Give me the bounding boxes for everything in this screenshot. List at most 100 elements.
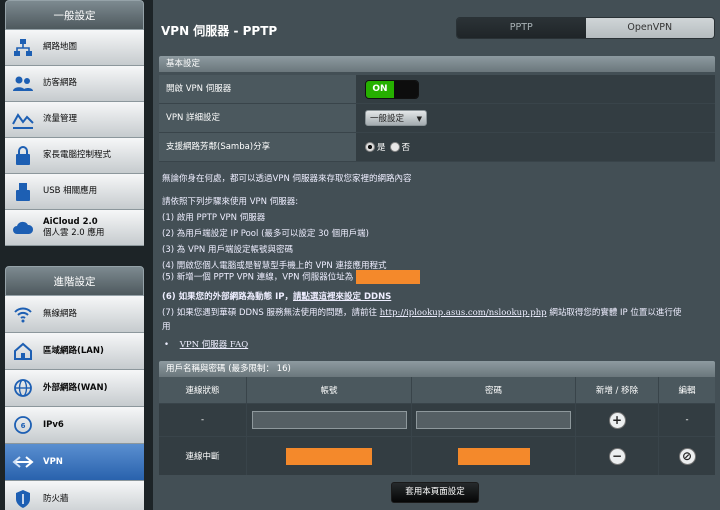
password-input[interactable] bbox=[416, 411, 571, 429]
enable-vpn-toggle[interactable]: ON bbox=[365, 79, 419, 99]
step-1: (1) 啟用 PPTP VPN 伺服器 bbox=[162, 213, 266, 223]
edit-user-button[interactable]: ⊘ bbox=[678, 447, 696, 465]
samba-label: 支援網路芳鄰(Samba)分享 bbox=[159, 133, 356, 161]
sidebar-general-header: 一般設定 bbox=[5, 0, 144, 30]
step-7-text: (7) 如果您遇到華碩 DDNS 服務無法使用的問題，請前往 bbox=[162, 308, 377, 318]
guest-network-icon bbox=[11, 72, 35, 96]
ddns-link[interactable]: 請點選這裡來設定 DDNS bbox=[293, 292, 391, 302]
vpn-type-tabs: PPTP OpenVPN bbox=[456, 17, 715, 39]
sidebar-item-vpn[interactable]: VPN bbox=[5, 444, 144, 481]
page-title: VPN 伺服器 - PPTP bbox=[161, 24, 278, 38]
sidebar-item-ipv6[interactable]: 6 IPv6 bbox=[5, 407, 144, 444]
redacted-username bbox=[286, 447, 372, 465]
setting-row-enable: 開啟 VPN 伺服器 ON bbox=[159, 75, 715, 104]
vpn-detail-value: 一般設定 bbox=[370, 114, 405, 124]
sidebar: 一般設定 網路地圖 訪客網路 流量管理 家長電腦控制程式 USB 相關應用 Ai… bbox=[5, 0, 144, 510]
step-2: (2) 為用戶端設定 IP Pool (最多可以設定 30 個用戶端) bbox=[162, 229, 369, 239]
add-user-button[interactable]: + bbox=[608, 411, 626, 429]
faq-item: VPN 伺服器 FAQ bbox=[164, 338, 248, 350]
sidebar-item-label: AiCloud 2.0 bbox=[43, 216, 98, 227]
wan-icon bbox=[11, 376, 35, 400]
wireless-icon bbox=[11, 302, 35, 326]
sidebar-item-lan[interactable]: 區域網路(LAN) bbox=[5, 333, 144, 370]
user-account-header: 用戶名稱與密碼 (最多限制： 16) bbox=[159, 361, 715, 377]
setting-row-detail: VPN 詳細設定 一般設定 ▼ bbox=[159, 104, 715, 133]
remove-user-button[interactable]: − bbox=[608, 447, 626, 465]
sidebar-item-label: 網路地圖 bbox=[43, 42, 78, 52]
sidebar-item-label: 無線網路 bbox=[43, 308, 78, 319]
vpn-icon bbox=[11, 450, 35, 474]
parental-control-icon bbox=[11, 144, 35, 168]
sidebar-item-label: USB 相關應用 bbox=[43, 186, 98, 196]
sidebar-item-label: IPv6 bbox=[43, 419, 64, 430]
sidebar-item-label: 訪客網路 bbox=[43, 78, 78, 88]
samba-no-label: 否 bbox=[401, 143, 411, 153]
col-edit-header: 編輯 bbox=[659, 377, 715, 403]
col-add-remove-header: 新增 / 移除 bbox=[576, 377, 659, 403]
sidebar-item-label: 家長電腦控制程式 bbox=[43, 150, 112, 160]
lan-icon bbox=[11, 339, 35, 363]
usb-icon bbox=[11, 180, 35, 204]
sidebar-item-network-map[interactable]: 網路地圖 bbox=[5, 30, 144, 66]
toggle-on-label: ON bbox=[366, 80, 394, 98]
firewall-icon bbox=[11, 487, 35, 510]
table-header-row: 連線狀態 帳號 密碼 新增 / 移除 編輯 bbox=[159, 377, 715, 404]
redacted-password bbox=[457, 447, 530, 465]
sidebar-item-wan[interactable]: 外部網路(WAN) bbox=[5, 370, 144, 407]
network-map-icon bbox=[11, 36, 35, 60]
svg-text:6: 6 bbox=[21, 422, 26, 430]
col-username-header: 帳號 bbox=[247, 377, 412, 403]
setting-row-samba: 支援網路芳鄰(Samba)分享 是 否 bbox=[159, 133, 715, 162]
steps-intro: 請依照下列步驟來使用 VPN 伺服器: bbox=[162, 197, 299, 207]
new-row-status: - bbox=[159, 404, 247, 436]
col-status-header: 連線狀態 bbox=[159, 377, 247, 403]
samba-no-radio[interactable] bbox=[389, 142, 400, 152]
samba-yes-radio[interactable] bbox=[365, 142, 375, 152]
table-row: 連線中斷 − ⊘ bbox=[159, 437, 715, 475]
row-status: 連線中斷 bbox=[159, 437, 247, 475]
sidebar-item-guest-network[interactable]: 訪客網路 bbox=[5, 66, 144, 102]
plus-icon: + bbox=[611, 413, 623, 427]
main-panel: VPN 伺服器 - PPTP PPTP OpenVPN 基本設定 開啟 VPN … bbox=[153, 0, 720, 510]
sidebar-item-parental-control[interactable]: 家長電腦控制程式 bbox=[5, 138, 144, 174]
sidebar-item-label: 外部網路(WAN) bbox=[43, 382, 108, 393]
basic-settings-header: 基本設定 bbox=[159, 56, 715, 72]
step-6: (6) 如果您的外部網路為動態 IP，請點選這裡來設定 DDNS bbox=[162, 290, 391, 302]
tab-openvpn[interactable]: OpenVPN bbox=[585, 18, 714, 38]
intro-text: 無論你身在何處，都可以透過VPN 伺服器來存取您家裡的網路內容 bbox=[162, 174, 412, 184]
sidebar-advanced-header: 進階設定 bbox=[5, 266, 144, 296]
aicloud-icon bbox=[11, 216, 35, 240]
step-5-text: (5) 新增一個 PPTP VPN 連線，VPN 伺服器位址為 bbox=[162, 272, 354, 283]
sidebar-item-wireless[interactable]: 無線網路 bbox=[5, 296, 144, 333]
step-7-suffix: 網站取得您的實體 IP 位置以進行使 bbox=[549, 308, 682, 318]
username-input[interactable] bbox=[251, 411, 407, 429]
ipv6-icon: 6 bbox=[11, 413, 35, 437]
minus-icon: − bbox=[611, 449, 623, 463]
step-7: (7) 如果您遇到華碩 DDNS 服務無法使用的問題，請前往 http://ip… bbox=[162, 306, 681, 318]
user-account-table: 連線狀態 帳號 密碼 新增 / 移除 編輯 - + - 連線中斷 − ⊘ bbox=[159, 377, 715, 475]
tab-pptp[interactable]: PPTP bbox=[457, 18, 586, 38]
vpn-detail-dropdown[interactable]: 一般設定 ▼ bbox=[365, 110, 427, 126]
step-7-continued: 用 bbox=[162, 322, 171, 332]
vpn-faq-link[interactable]: VPN 伺服器 FAQ bbox=[180, 340, 248, 350]
sidebar-item-sublabel: 個人雲 2.0 應用 bbox=[43, 227, 105, 238]
sidebar-item-label: VPN bbox=[43, 456, 63, 467]
sidebar-item-label: 防火牆 bbox=[43, 493, 69, 504]
step-3: (3) 為 VPN 用戶端設定帳號與密碼 bbox=[162, 245, 293, 255]
redacted-server-address bbox=[355, 270, 420, 284]
sidebar-item-aicloud[interactable]: AiCloud 2.0 個人雲 2.0 應用 bbox=[5, 210, 144, 246]
sidebar-item-usb[interactable]: USB 相關應用 bbox=[5, 174, 144, 210]
step-6-text: (6) 如果您的外部網路為動態 IP， bbox=[162, 292, 293, 302]
vpn-detail-label: VPN 詳細設定 bbox=[159, 104, 356, 132]
step-5: (5) 新增一個 PPTP VPN 連線，VPN 伺服器位址為 bbox=[162, 270, 420, 284]
apply-button[interactable]: 套用本頁面設定 bbox=[391, 482, 479, 503]
col-password-header: 密碼 bbox=[412, 377, 576, 403]
traffic-manager-icon bbox=[11, 108, 35, 132]
chevron-down-icon: ▼ bbox=[416, 115, 422, 123]
edit-icon: ⊘ bbox=[681, 449, 693, 463]
sidebar-item-firewall[interactable]: 防火牆 bbox=[5, 481, 144, 510]
sidebar-item-traffic-manager[interactable]: 流量管理 bbox=[5, 102, 144, 138]
sidebar-item-label: 區域網路(LAN) bbox=[43, 345, 104, 356]
iplookup-link[interactable]: http://iplookup.asus.com/nslookup.php bbox=[380, 308, 547, 318]
table-row-new: - + - bbox=[159, 404, 715, 437]
